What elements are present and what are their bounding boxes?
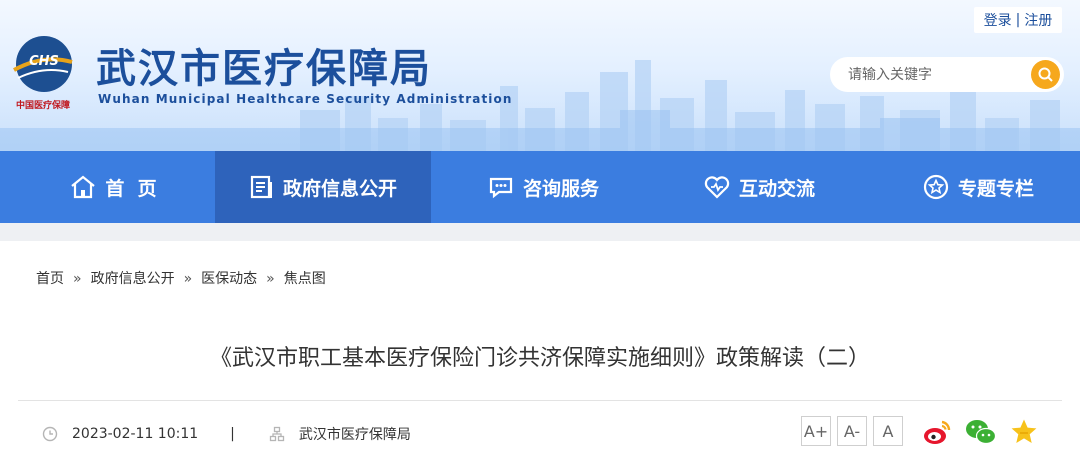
font-decrease-label: A-	[843, 421, 861, 441]
font-increase-label: A+	[803, 421, 829, 441]
nav-item-gov-info[interactable]: 政府信息公开	[215, 151, 431, 223]
article-meta: 2023-02-11 10:11 | 武汉市医疗保障局	[42, 423, 411, 445]
breadcrumb-separator: »	[73, 271, 82, 287]
site-subtitle: Wuhan Municipal Healthcare Security Admi…	[98, 92, 513, 106]
nav-spacer-band	[0, 223, 1080, 241]
nav-item-consult[interactable]: 咨询服务	[470, 151, 616, 223]
document-icon	[249, 174, 275, 200]
share-weibo-button[interactable]	[922, 417, 952, 447]
font-increase-button[interactable]: A+	[801, 416, 831, 446]
nav-label-topics: 专题专栏	[957, 177, 1034, 200]
heart-icon	[703, 174, 731, 200]
star-icon	[922, 173, 950, 201]
login-link[interactable]: 登录	[984, 10, 1012, 30]
breadcrumb-news[interactable]: 医保动态	[201, 271, 257, 287]
weibo-icon	[924, 420, 951, 444]
nav-item-home[interactable]: 首 页	[40, 151, 186, 223]
logo-chs-text: CHS	[29, 54, 59, 69]
favorite-button[interactable]	[1009, 417, 1039, 447]
font-reset-label: A	[882, 421, 894, 441]
wechat-icon	[966, 420, 997, 445]
publish-date: 2023-02-11 10:11	[72, 426, 199, 442]
login-register-box: 登录 | 注册	[974, 7, 1062, 33]
chat-icon	[487, 174, 515, 200]
breadcrumb-home[interactable]: 首页	[36, 271, 64, 287]
breadcrumb-separator: »	[183, 271, 193, 287]
breadcrumb-separator: »	[266, 271, 275, 287]
home-icon	[69, 173, 97, 201]
clock-icon	[42, 426, 58, 442]
login-separator: |	[1015, 12, 1021, 28]
logo-caption: 中国医疗保障	[15, 101, 70, 111]
search-box	[830, 57, 1064, 92]
title-divider	[18, 400, 1062, 401]
nav-item-topics[interactable]: 专题专栏	[905, 151, 1051, 223]
breadcrumb-focus[interactable]: 焦点图	[284, 271, 326, 287]
font-decrease-button[interactable]: A-	[837, 416, 867, 446]
favorite-icon	[1011, 419, 1037, 443]
article-source: 武汉市医疗保障局	[298, 427, 411, 443]
search-input[interactable]	[848, 65, 1018, 85]
nav-label-consult: 咨询服务	[522, 177, 599, 200]
nav-label-interact: 互动交流	[738, 177, 815, 200]
font-reset-button[interactable]: A	[873, 416, 903, 446]
meta-separator: |	[230, 426, 235, 442]
breadcrumb-gov-info[interactable]: 政府信息公开	[91, 271, 175, 287]
site-title: 武汉市医疗保障局	[96, 46, 432, 92]
nav-label-gov-info: 政府信息公开	[282, 177, 397, 200]
breadcrumb: 首页 » 政府信息公开 » 医保动态 » 焦点图	[36, 268, 326, 288]
nav-label-home: 首 页	[105, 177, 157, 200]
search-button[interactable]	[1031, 60, 1060, 89]
article-title: 《武汉市职工基本医疗保险门诊共济保障实施细则》政策解读（二）	[209, 346, 870, 371]
main-nav: 首 页 政府信息公开 咨询服务 互动交流 专题专栏	[0, 151, 1080, 223]
share-wechat-button[interactable]	[965, 417, 997, 447]
chs-logo[interactable]: CHS 中国医疗保障	[10, 34, 76, 114]
register-link[interactable]: 注册	[1024, 10, 1052, 30]
nav-item-interact[interactable]: 互动交流	[686, 151, 832, 223]
organization-icon	[269, 426, 285, 442]
search-icon	[1038, 67, 1053, 82]
site-header: CHS 中国医疗保障 武汉市医疗保障局 Wuhan Municipal Heal…	[0, 0, 1080, 151]
